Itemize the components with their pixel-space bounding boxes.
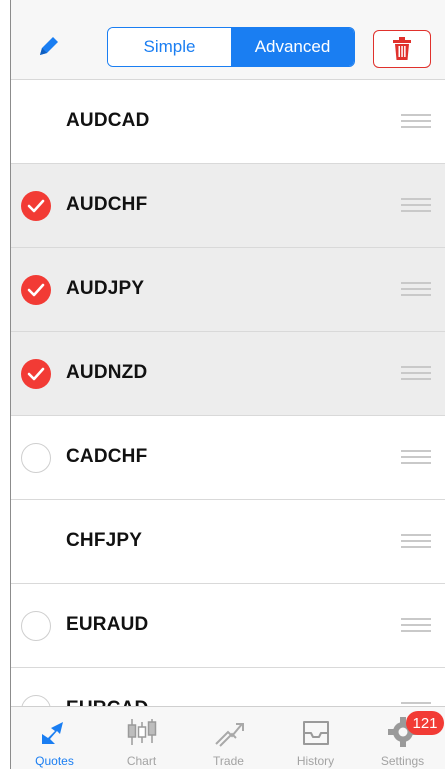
pencil-icon — [40, 37, 58, 55]
symbol-row[interactable]: AUDJPY — [11, 248, 445, 332]
symbol-name: AUDCAD — [66, 110, 150, 131]
drag-handle-icon[interactable] — [401, 618, 431, 634]
symbol-list: AUDCAD AUDCHF AUDJPY AUDNZD CADCHF CHFJPY EURA… — [11, 80, 445, 752]
symbol-row[interactable]: AUDNZD — [11, 332, 445, 416]
notification-badge: 121 — [406, 711, 444, 735]
drag-handle-icon[interactable] — [401, 534, 431, 550]
mode-advanced-segment[interactable]: Advanced — [231, 28, 354, 66]
tab-label: Quotes — [35, 754, 74, 768]
trash-icon — [393, 37, 411, 60]
drag-handle-icon[interactable] — [401, 114, 431, 130]
unchecked-circle-icon[interactable] — [21, 443, 51, 473]
drag-handle-icon[interactable] — [401, 198, 431, 214]
history-icon — [299, 715, 333, 749]
symbol-name: AUDCHF — [66, 194, 148, 215]
symbol-row[interactable]: AUDCAD — [11, 80, 445, 164]
mode-simple-segment[interactable]: Simple — [108, 28, 231, 66]
tab-label: Settings — [380, 754, 425, 768]
tab-label: History — [296, 754, 335, 768]
symbol-name: AUDNZD — [66, 362, 148, 383]
checked-circle-icon[interactable] — [21, 359, 51, 389]
symbol-row[interactable]: AUDCHF — [11, 164, 445, 248]
tab-bar: Quotes Chart Trade History Settings 121 — [11, 706, 445, 769]
tab-history[interactable]: History — [272, 707, 359, 769]
tab-label: Chart — [126, 754, 157, 768]
symbol-name: EURAUD — [66, 614, 149, 635]
drag-handle-icon[interactable] — [401, 450, 431, 466]
symbol-row[interactable]: EURAUD — [11, 584, 445, 668]
symbol-name: CHFJPY — [66, 530, 143, 551]
symbol-row[interactable]: CADCHF — [11, 416, 445, 500]
symbol-name: CADCHF — [66, 446, 148, 467]
tab-quotes[interactable]: Quotes — [11, 707, 98, 769]
symbol-name: AUDJPY — [66, 278, 145, 299]
tab-trade[interactable]: Trade — [185, 707, 272, 769]
tab-settings[interactable]: Settings 121 — [359, 707, 445, 769]
checked-circle-icon[interactable] — [21, 191, 51, 221]
app-frame: Simple Advanced AUDCAD AUDCHF AUDJPY AUDNZD… — [10, 0, 445, 769]
mode-segmented-control: Simple Advanced — [107, 27, 355, 67]
drag-handle-icon[interactable] — [401, 282, 431, 298]
symbol-row[interactable]: CHFJPY — [11, 500, 445, 584]
edit-button[interactable] — [33, 30, 65, 62]
checked-circle-icon[interactable] — [21, 275, 51, 305]
unchecked-circle-icon[interactable] — [21, 611, 51, 641]
chart-icon — [125, 715, 159, 749]
tab-chart[interactable]: Chart — [98, 707, 185, 769]
quotes-icon — [38, 715, 72, 749]
toolbar: Simple Advanced — [11, 0, 445, 80]
delete-button[interactable] — [373, 30, 431, 68]
trade-icon — [212, 715, 246, 749]
tab-label: Trade — [213, 754, 244, 768]
drag-handle-icon[interactable] — [401, 366, 431, 382]
